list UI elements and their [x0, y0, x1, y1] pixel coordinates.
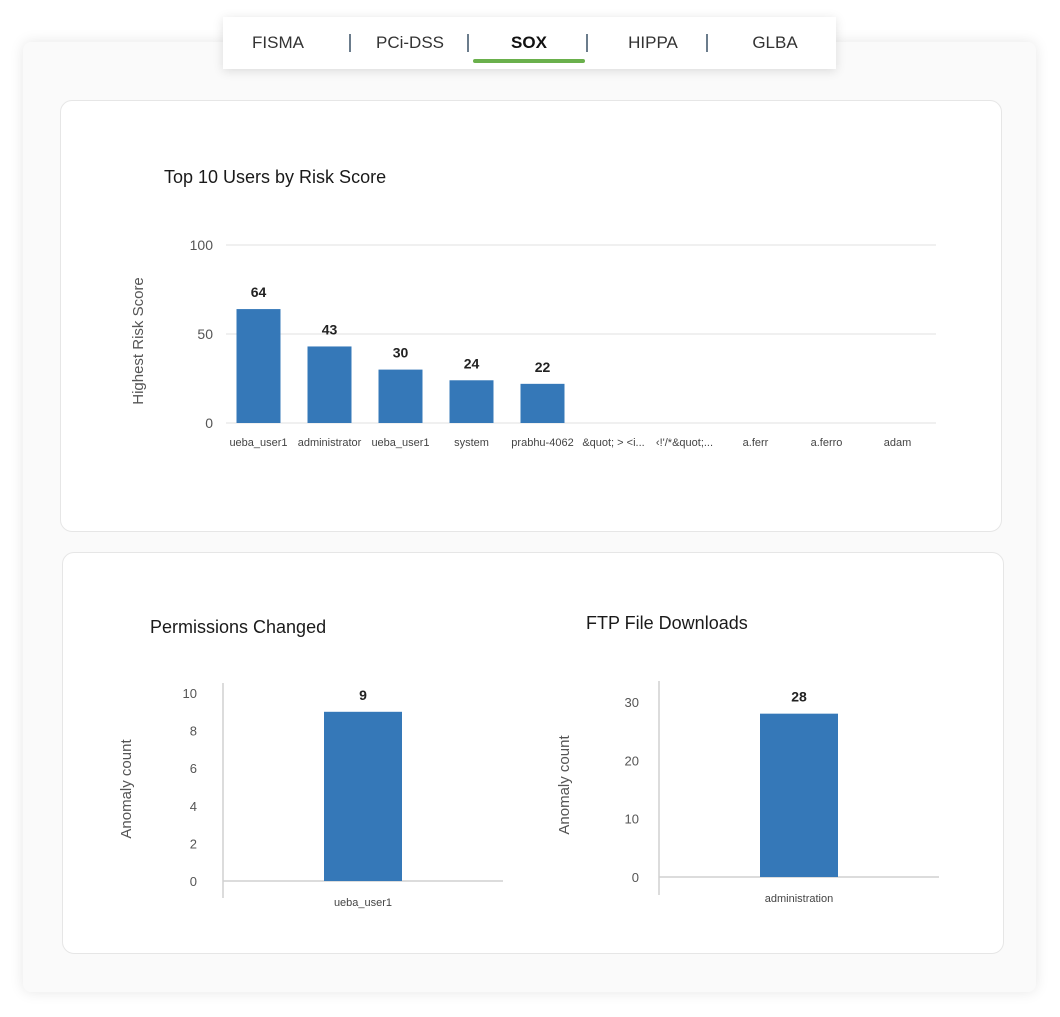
y-tick-label: 0 [632, 870, 639, 885]
risk-score-card: Top 10 Users by Risk Score 0 50 100 Highest… [60, 100, 1002, 532]
tab-separator [349, 34, 351, 52]
data-label: 30 [393, 345, 409, 361]
y-tick-label: 4 [190, 799, 197, 814]
x-tick-label: &quot; > <i... [582, 437, 644, 449]
x-tick-label: ueba_user1 [229, 437, 287, 449]
tab-separator [467, 34, 469, 52]
x-tick-label: a.ferr [743, 437, 769, 449]
tab-glba[interactable]: GLBA [720, 17, 830, 69]
bar [236, 309, 281, 423]
y-tick-label: 10 [183, 686, 197, 701]
y-tick-label: 2 [190, 836, 197, 851]
y-tick-label: 8 [190, 724, 197, 739]
x-tick-label: administrator [298, 437, 362, 449]
x-tick-label: ueba_user1 [334, 897, 392, 909]
bar [378, 369, 423, 423]
x-tick-label: a.ferro [811, 437, 843, 449]
x-tick-label: adam [884, 437, 912, 449]
permissions-changed-chart: 0 2 4 6 8 10 Anomaly count 9 ueba_user1 [118, 683, 503, 909]
risk-score-chart: 0 50 100 Highest Risk Score 64 ueba_user1 43 ad… [130, 237, 936, 449]
y-tick-label: 0 [205, 415, 213, 431]
x-tick-label: ueba_user1 [371, 437, 429, 449]
data-label: 43 [322, 321, 338, 337]
y-tick-label: 50 [197, 326, 213, 342]
bar [324, 711, 402, 881]
y-tick-label: 20 [625, 753, 639, 768]
anomaly-card: Permissions Changed FTP File Downloads 0… [62, 552, 1004, 954]
x-tick-label: ‹!'/*&quot;... [656, 437, 713, 449]
bar [449, 380, 494, 423]
y-axis-label: Anomaly count [118, 739, 135, 839]
y-tick-label: 10 [625, 812, 639, 827]
active-tab-indicator [473, 59, 585, 63]
ftp-downloads-chart: 0 10 20 30 Anomaly count 28 administration [556, 681, 939, 905]
data-label: 24 [464, 355, 480, 371]
y-tick-label: 100 [190, 237, 214, 253]
y-axis-label: Highest Risk Score [130, 277, 147, 405]
tab-hippa[interactable]: HIPPA [603, 17, 703, 69]
compliance-tab-bar: FISMA PCi-DSS SOX HIPPA GLBA [223, 17, 836, 69]
data-label: 9 [359, 687, 367, 703]
x-tick-label: administration [765, 893, 833, 905]
y-axis-label: Anomaly count [556, 735, 573, 835]
tab-separator [706, 34, 708, 52]
y-tick-label: 30 [625, 695, 639, 710]
tab-separator [586, 34, 588, 52]
data-label: 28 [791, 689, 807, 705]
data-label: 22 [535, 359, 551, 375]
y-tick-label: 6 [190, 761, 197, 776]
tab-pci-dss[interactable]: PCi-DSS [360, 17, 460, 69]
bar [307, 346, 352, 423]
data-label: 64 [251, 284, 267, 300]
x-tick-label: prabhu-4062 [511, 437, 573, 449]
y-tick-label: 0 [190, 874, 197, 889]
bar [760, 713, 838, 877]
bar [520, 383, 565, 423]
tab-fisma[interactable]: FISMA [223, 17, 333, 69]
x-tick-label: system [454, 437, 489, 449]
